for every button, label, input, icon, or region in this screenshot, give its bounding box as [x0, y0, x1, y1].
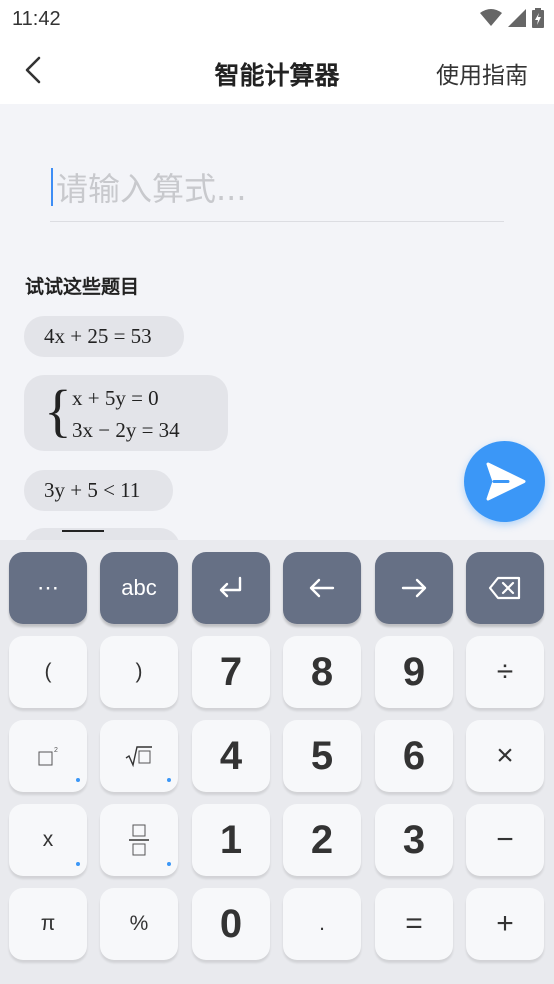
key-label: x	[42, 828, 54, 851]
key-label: ×	[496, 739, 514, 772]
sqrt-icon	[125, 746, 152, 768]
more-icon: ⋯	[37, 575, 59, 600]
power-icon: 2	[38, 747, 58, 766]
key-1[interactable]: 1	[192, 804, 270, 876]
key-label: π	[40, 912, 56, 935]
key-pi[interactable]: π	[9, 888, 87, 960]
key-equals[interactable]: =	[375, 888, 453, 960]
key-power[interactable]: 2	[9, 720, 87, 792]
wifi-icon	[480, 9, 502, 26]
key-label: =	[405, 907, 423, 940]
key-multiply[interactable]: ×	[466, 720, 544, 792]
abc-key[interactable]: abc	[100, 552, 178, 624]
key-label: +	[496, 907, 514, 940]
cursor-right-key[interactable]	[375, 552, 453, 624]
key-3[interactable]: 3	[375, 804, 453, 876]
key-label: 7	[219, 649, 243, 694]
more-options-dot	[167, 862, 171, 866]
example-system-line-2: 3x − 2y = 34	[72, 418, 180, 442]
key-sqrt[interactable]	[100, 720, 178, 792]
fraction-icon	[129, 824, 149, 856]
guide-link[interactable]: 使用指南	[436, 56, 528, 90]
arrow-left-icon	[309, 578, 335, 598]
example-formula: 4x + 25 = 53	[44, 324, 152, 348]
key-2[interactable]: 2	[283, 804, 361, 876]
key-open-paren[interactable]: (	[9, 636, 87, 708]
enter-icon	[219, 576, 242, 598]
abc-label: abc	[121, 575, 157, 600]
key-6[interactable]: 6	[375, 720, 453, 792]
key-0[interactable]: 0	[192, 888, 270, 960]
key-label: 0	[219, 901, 243, 946]
key-minus[interactable]: −	[466, 804, 544, 876]
send-icon	[486, 462, 526, 501]
key-label: 6	[402, 733, 426, 778]
key-fraction[interactable]	[100, 804, 178, 876]
key-label: ÷	[496, 655, 514, 688]
key-plus[interactable]: +	[466, 888, 544, 960]
status-time: 11:42	[12, 8, 61, 30]
key-label: 4	[219, 733, 243, 778]
backspace-icon	[488, 576, 521, 600]
math-keyboard: ⋯ abc ( ) 7 8 9 ÷ 2 4 5 6 × x 1 2 3 − π …	[0, 540, 554, 984]
cursor-left-key[interactable]	[283, 552, 361, 624]
key-label: 8	[310, 649, 334, 694]
key-7[interactable]: 7	[192, 636, 270, 708]
status-bar: 11:42	[0, 0, 554, 38]
status-icons	[480, 8, 544, 28]
key-label: −	[496, 823, 514, 856]
key-label: .	[319, 912, 325, 935]
example-formula: 3y + 5 < 11	[44, 478, 141, 502]
more-options-dot	[167, 778, 171, 782]
svg-text:2: 2	[54, 747, 58, 754]
app-header: 智能计算器 使用指南	[0, 38, 554, 104]
key-divide[interactable]: ÷	[466, 636, 544, 708]
key-label: 5	[310, 733, 334, 778]
key-9[interactable]: 9	[375, 636, 453, 708]
key-4[interactable]: 4	[192, 720, 270, 792]
more-key[interactable]: ⋯	[9, 552, 87, 624]
example-chip-equation-system[interactable]: { x + 5y = 0 3x − 2y = 34	[24, 375, 228, 451]
example-chip-inequality[interactable]: 3y + 5 < 11	[24, 470, 173, 511]
battery-icon	[532, 8, 544, 28]
key-label: %	[129, 912, 149, 935]
formula-input-row[interactable]	[50, 164, 504, 222]
arrow-right-icon	[401, 578, 427, 598]
example-chip-linear-equation[interactable]: 4x + 25 = 53	[24, 316, 184, 357]
backspace-key[interactable]	[466, 552, 544, 624]
key-label: 3	[402, 817, 426, 862]
key-x[interactable]: x	[9, 804, 87, 876]
more-options-dot	[76, 862, 80, 866]
text-caret	[51, 168, 53, 206]
key-5[interactable]: 5	[283, 720, 361, 792]
key-label: 9	[402, 649, 426, 694]
formula-input[interactable]	[50, 164, 504, 214]
left-brace-icon: {	[44, 378, 72, 443]
example-chip-partial[interactable]	[24, 528, 180, 540]
send-button[interactable]	[464, 441, 545, 522]
key-decimal[interactable]: .	[283, 888, 361, 960]
main-content: 试试这些题目 4x + 25 = 53 { x + 5y = 0 3x − 2y…	[0, 104, 554, 540]
examples-heading: 试试这些题目	[25, 276, 140, 298]
key-label: 2	[310, 817, 334, 862]
key-label: 1	[219, 817, 243, 862]
more-options-dot	[76, 778, 80, 782]
example-system-line-1: x + 5y = 0	[72, 386, 159, 410]
cell-signal-icon	[508, 9, 526, 27]
key-close-paren[interactable]: )	[100, 636, 178, 708]
key-label: (	[44, 660, 52, 683]
enter-key[interactable]	[192, 552, 270, 624]
key-8[interactable]: 8	[283, 636, 361, 708]
key-percent[interactable]: %	[100, 888, 178, 960]
key-label: )	[135, 660, 143, 683]
sqrt-bar	[62, 530, 104, 532]
